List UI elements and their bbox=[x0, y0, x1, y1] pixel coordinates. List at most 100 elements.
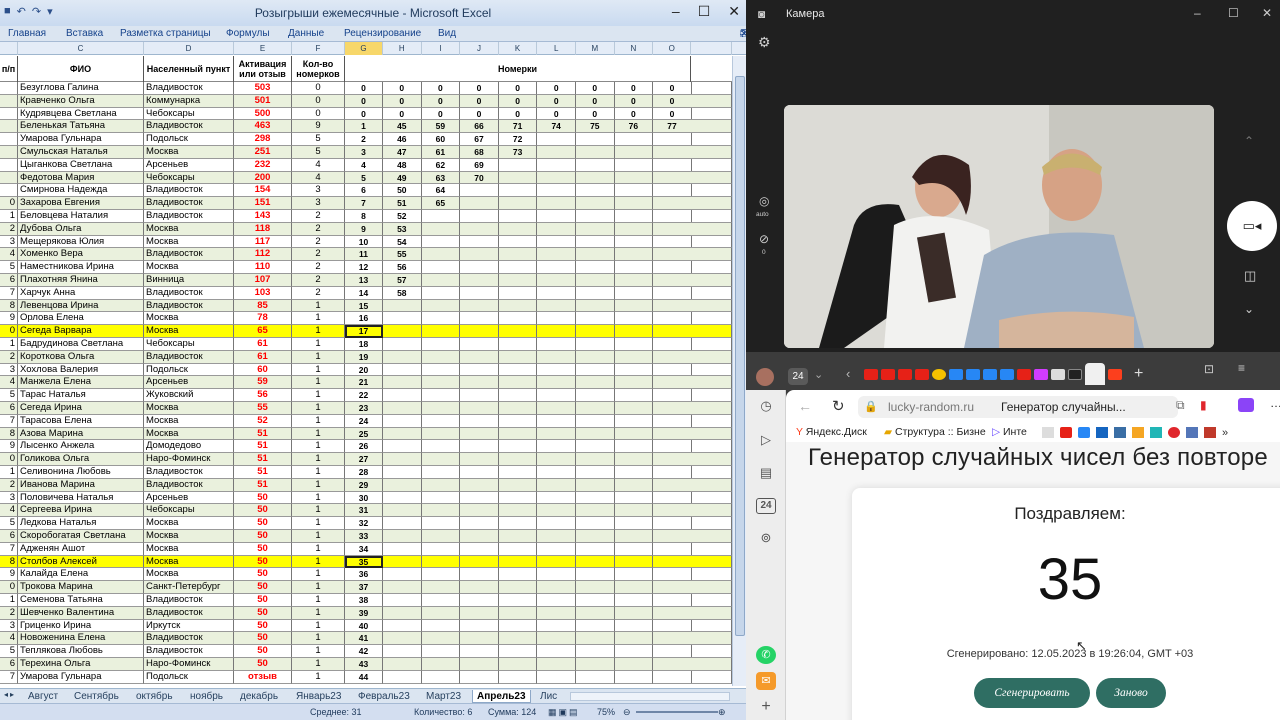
table-row[interactable]: 8 Азова Марина Москва 51 1 25 bbox=[0, 427, 732, 441]
cell-name[interactable]: Федотова Мария bbox=[18, 171, 144, 185]
cell-count[interactable]: 3 bbox=[292, 184, 345, 198]
cell-ticket[interactable] bbox=[576, 658, 615, 671]
cell-city[interactable]: Москва bbox=[144, 261, 234, 274]
cell-ticket[interactable] bbox=[460, 466, 499, 479]
cell-name[interactable]: Кравченко Ольга bbox=[18, 94, 144, 108]
cell-city[interactable]: Владивосток bbox=[144, 632, 234, 646]
cell-ticket[interactable] bbox=[614, 376, 654, 390]
cell-ticket[interactable] bbox=[576, 606, 615, 620]
cell-name[interactable]: Селивонина Любовь bbox=[18, 466, 144, 479]
table-row[interactable]: Цыганкова Светлана Арсеньев 232 4 4 48 62 69 bbox=[0, 158, 732, 172]
cell-activation[interactable]: 251 bbox=[234, 146, 292, 159]
cell-ticket[interactable] bbox=[537, 389, 576, 402]
cell-ticket[interactable]: 0 bbox=[460, 82, 499, 95]
cell-ticket[interactable] bbox=[614, 389, 654, 402]
cell-ticket[interactable]: 0 bbox=[345, 107, 383, 121]
cell-city[interactable]: Москва bbox=[144, 542, 234, 556]
cell-ticket[interactable] bbox=[383, 581, 422, 594]
table-row[interactable]: 0 Голикова Ольга Наро-Фоминск 51 1 27 bbox=[0, 453, 732, 466]
cell-row-number[interactable]: 0 bbox=[0, 325, 18, 338]
cell-city[interactable]: Жуковский bbox=[144, 389, 234, 402]
settings-gear-icon[interactable]: ⚙ bbox=[758, 34, 771, 51]
cell-ticket[interactable]: 29 bbox=[345, 478, 383, 492]
sheet-tab[interactable]: Февраль23 bbox=[354, 690, 414, 703]
cell-count[interactable]: 2 bbox=[292, 274, 345, 287]
cell-empty[interactable] bbox=[691, 312, 732, 326]
cell-ticket[interactable] bbox=[653, 248, 692, 262]
table-row[interactable]: Безуглова Галина Владивосток 503 0 0 0 0 0 0 0 0 0 0 bbox=[0, 82, 732, 95]
sheet-tab[interactable]: ноябрь bbox=[186, 690, 227, 703]
cell-ticket[interactable] bbox=[383, 338, 422, 351]
cell-city[interactable]: Москва bbox=[144, 402, 234, 415]
cell-ticket[interactable]: 69 bbox=[460, 158, 499, 172]
cell-ticket[interactable] bbox=[537, 555, 576, 569]
column-header[interactable]: M bbox=[576, 42, 615, 55]
cell-name[interactable]: Умарова Гульнара bbox=[18, 670, 144, 684]
minimize-icon[interactable]: – bbox=[1194, 6, 1201, 20]
cell-ticket[interactable] bbox=[614, 440, 654, 454]
cell-ticket[interactable] bbox=[498, 312, 538, 326]
cell-ticket[interactable] bbox=[614, 466, 654, 479]
cell-name[interactable]: Теплякова Любовь bbox=[18, 645, 144, 658]
cell-ticket[interactable] bbox=[537, 645, 576, 658]
cell-ticket[interactable] bbox=[537, 504, 576, 518]
youtube-icon[interactable] bbox=[898, 369, 912, 380]
cell-city[interactable]: Москва bbox=[144, 517, 234, 530]
cell-ticket[interactable]: 0 bbox=[614, 94, 654, 108]
table-row[interactable]: 3 Мещерякова Юлия Москва 117 2 10 54 bbox=[0, 235, 732, 249]
cell-ticket[interactable] bbox=[537, 402, 576, 415]
cell-ticket[interactable] bbox=[653, 312, 692, 326]
cell-name[interactable]: Хоменко Вера bbox=[18, 248, 144, 262]
cell-row-number[interactable]: 0 bbox=[0, 581, 18, 594]
cell-activation[interactable]: 50 bbox=[234, 658, 292, 671]
cell-ticket[interactable] bbox=[537, 338, 576, 351]
table-row[interactable]: 1 Бадрудинова Светлана Чебоксары 61 1 18 bbox=[0, 338, 732, 351]
cell-ticket[interactable] bbox=[421, 210, 461, 223]
cell-city[interactable]: Владивосток bbox=[144, 197, 234, 210]
address-bar[interactable]: 🔒 lucky-random.ru Генератор случайны... bbox=[858, 396, 1178, 418]
cell-ticket[interactable]: 30 bbox=[345, 491, 383, 505]
cell-ticket[interactable] bbox=[537, 670, 576, 684]
cell-ticket[interactable] bbox=[537, 235, 576, 249]
sheet-tab[interactable]: Март23 bbox=[422, 690, 465, 703]
cell-ticket[interactable] bbox=[383, 568, 422, 582]
cell-ticket[interactable] bbox=[460, 530, 499, 543]
column-header[interactable]: C bbox=[18, 42, 144, 55]
cell-name[interactable]: Смирнова Надежда bbox=[18, 184, 144, 198]
cell-ticket[interactable]: 6 bbox=[345, 184, 383, 198]
cell-ticket[interactable] bbox=[421, 466, 461, 479]
cell-ticket[interactable] bbox=[576, 568, 615, 582]
cell-count[interactable]: 1 bbox=[292, 350, 345, 364]
table-row[interactable]: 7 Харчук Анна Владивосток 103 2 14 58 bbox=[0, 286, 732, 300]
cell-row-number[interactable]: 9 bbox=[0, 312, 18, 326]
cell-name[interactable]: Плахотняя Янина bbox=[18, 274, 144, 287]
cell-ticket[interactable] bbox=[576, 594, 615, 607]
youtube-icon[interactable] bbox=[864, 369, 878, 380]
ribbon-tab-view[interactable]: Вид bbox=[438, 28, 456, 39]
cell-ticket[interactable] bbox=[537, 632, 576, 646]
cell-ticket[interactable] bbox=[576, 312, 615, 326]
cell-ticket[interactable] bbox=[421, 504, 461, 518]
cell-ticket[interactable] bbox=[383, 530, 422, 543]
cell-city[interactable]: Чебоксары bbox=[144, 338, 234, 351]
cell-ticket[interactable] bbox=[460, 594, 499, 607]
cell-row-number[interactable]: 6 bbox=[0, 658, 18, 671]
cell-city[interactable]: Владивосток bbox=[144, 286, 234, 300]
table-row[interactable]: 3 Гриценко Ирина Иркутск 50 1 40 bbox=[0, 619, 732, 633]
cell-ticket[interactable]: 37 bbox=[345, 581, 383, 594]
cell-city[interactable]: Москва bbox=[144, 568, 234, 582]
cell-activation[interactable]: 51 bbox=[234, 427, 292, 441]
cell-ticket[interactable] bbox=[383, 619, 422, 633]
cell-ticket[interactable] bbox=[421, 389, 461, 402]
cell-empty[interactable] bbox=[691, 261, 732, 274]
cell-ticket[interactable] bbox=[537, 222, 576, 236]
more-icon[interactable]: … bbox=[1270, 396, 1280, 410]
cell-ticket[interactable] bbox=[421, 517, 461, 530]
cell-ticket[interactable] bbox=[653, 376, 692, 390]
cell-ticket[interactable]: 0 bbox=[576, 107, 615, 121]
bookmark-structure[interactable]: ▰ Структура :: Бизне bbox=[884, 426, 986, 438]
cell-ticket[interactable] bbox=[383, 594, 422, 607]
cell-ticket[interactable] bbox=[460, 235, 499, 249]
table-row[interactable]: 2 Иванова Марина Владивосток 51 1 29 bbox=[0, 478, 732, 492]
cell-ticket[interactable] bbox=[498, 325, 538, 338]
